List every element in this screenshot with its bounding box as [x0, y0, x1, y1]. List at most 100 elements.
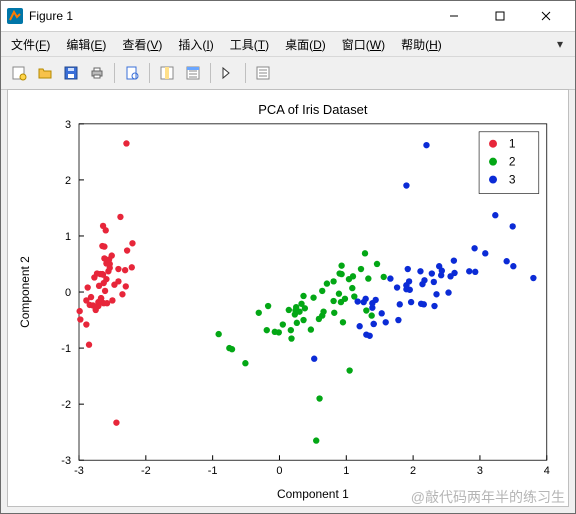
data-point — [286, 307, 292, 313]
data-point — [294, 320, 300, 326]
data-point — [482, 250, 488, 256]
svg-text:0: 0 — [276, 465, 282, 477]
data-point — [324, 280, 330, 286]
data-point — [368, 312, 374, 318]
data-point — [408, 299, 414, 305]
data-point — [99, 243, 105, 249]
data-point — [302, 305, 308, 311]
data-point — [310, 294, 316, 300]
data-point — [363, 307, 369, 313]
data-point — [316, 395, 322, 401]
data-point — [320, 308, 326, 314]
data-point — [438, 272, 444, 278]
toolbar-separator — [149, 63, 150, 83]
chart-title: PCA of Iris Dataset — [258, 102, 368, 117]
edit-plot-button[interactable] — [216, 61, 240, 85]
menu-overflow-icon[interactable]: ▾ — [551, 37, 569, 51]
svg-text:2: 2 — [65, 175, 71, 187]
data-point — [104, 300, 110, 306]
data-point — [336, 270, 342, 276]
link-plot-button[interactable] — [155, 61, 179, 85]
print-preview-button[interactable] — [120, 61, 144, 85]
menu-h[interactable]: 帮助(H) — [397, 34, 446, 55]
menu-d[interactable]: 桌面(D) — [281, 34, 330, 55]
data-point — [423, 142, 429, 148]
data-point — [379, 310, 385, 316]
matlab-icon — [7, 8, 23, 24]
maximize-button[interactable] — [477, 1, 523, 31]
svg-text:-3: -3 — [61, 455, 71, 467]
data-point — [113, 419, 119, 425]
minimize-button[interactable] — [431, 1, 477, 31]
svg-text:3: 3 — [65, 119, 71, 131]
data-point — [265, 303, 271, 309]
menu-t[interactable]: 工具(T) — [226, 34, 273, 55]
data-point — [300, 317, 306, 323]
svg-text:-1: -1 — [208, 465, 218, 477]
data-point — [362, 296, 368, 302]
data-point — [466, 268, 472, 274]
window-title: Figure 1 — [29, 9, 431, 23]
data-point — [330, 278, 336, 284]
menu-f[interactable]: 文件(F) — [7, 34, 54, 55]
data-point — [436, 263, 442, 269]
menu-e[interactable]: 编辑(E) — [62, 34, 110, 55]
data-point — [431, 303, 437, 309]
data-point — [215, 331, 221, 337]
data-point — [256, 310, 262, 316]
data-point — [509, 223, 515, 229]
data-point — [383, 319, 389, 325]
menu-i[interactable]: 插入(I) — [174, 34, 217, 55]
data-point — [445, 289, 451, 295]
data-point — [433, 291, 439, 297]
menu-w[interactable]: 窗口(W) — [338, 34, 389, 55]
svg-text:1: 1 — [343, 465, 349, 477]
save-button[interactable] — [59, 61, 83, 85]
data-point — [472, 269, 478, 275]
figure-window: Figure 1 文件(F) 编辑(E) 查看(V) 插入(I) 工具(T) 桌面(D) 窗… — [0, 0, 576, 514]
legend-entry: 2 — [509, 155, 516, 169]
toolbar-separator — [245, 63, 246, 83]
menu-v[interactable]: 查看(V) — [118, 34, 166, 55]
data-point — [369, 305, 375, 311]
data-point — [272, 329, 278, 335]
data-point — [354, 298, 360, 304]
svg-text:2: 2 — [410, 465, 416, 477]
figure-canvas[interactable]: -3-2-101234-3-2-10123PCA of Iris Dataset… — [7, 89, 569, 507]
property-inspector-button[interactable] — [251, 61, 275, 85]
data-point — [264, 327, 270, 333]
new-figure-button[interactable] — [7, 61, 31, 85]
data-point — [417, 268, 423, 274]
svg-text:3: 3 — [477, 465, 483, 477]
data-point — [103, 276, 109, 282]
close-button[interactable] — [523, 1, 569, 31]
data-point — [300, 293, 306, 299]
data-point — [387, 275, 393, 281]
y-axis-label: Component 2 — [18, 256, 32, 328]
data-point — [471, 245, 477, 251]
print-button[interactable] — [85, 61, 109, 85]
svg-text:1: 1 — [65, 231, 71, 243]
data-point — [338, 262, 344, 268]
open-button[interactable] — [33, 61, 57, 85]
insert-colorbar-button[interactable] — [181, 61, 205, 85]
data-point — [296, 308, 302, 314]
data-point — [105, 268, 111, 274]
data-point — [77, 316, 83, 322]
data-point — [365, 275, 371, 281]
data-point — [280, 321, 286, 327]
data-point — [338, 299, 344, 305]
data-point — [371, 321, 377, 327]
data-point — [242, 360, 248, 366]
data-point — [447, 273, 453, 279]
data-point — [331, 310, 337, 316]
data-point — [76, 308, 82, 314]
data-point — [405, 266, 411, 272]
window-buttons — [431, 1, 569, 31]
svg-text:-1: -1 — [61, 343, 71, 355]
data-point — [530, 275, 536, 281]
data-point — [397, 301, 403, 307]
scatter-chart: -3-2-101234-3-2-10123PCA of Iris Dataset… — [8, 90, 568, 506]
svg-text:0: 0 — [65, 287, 71, 299]
data-point — [288, 327, 294, 333]
